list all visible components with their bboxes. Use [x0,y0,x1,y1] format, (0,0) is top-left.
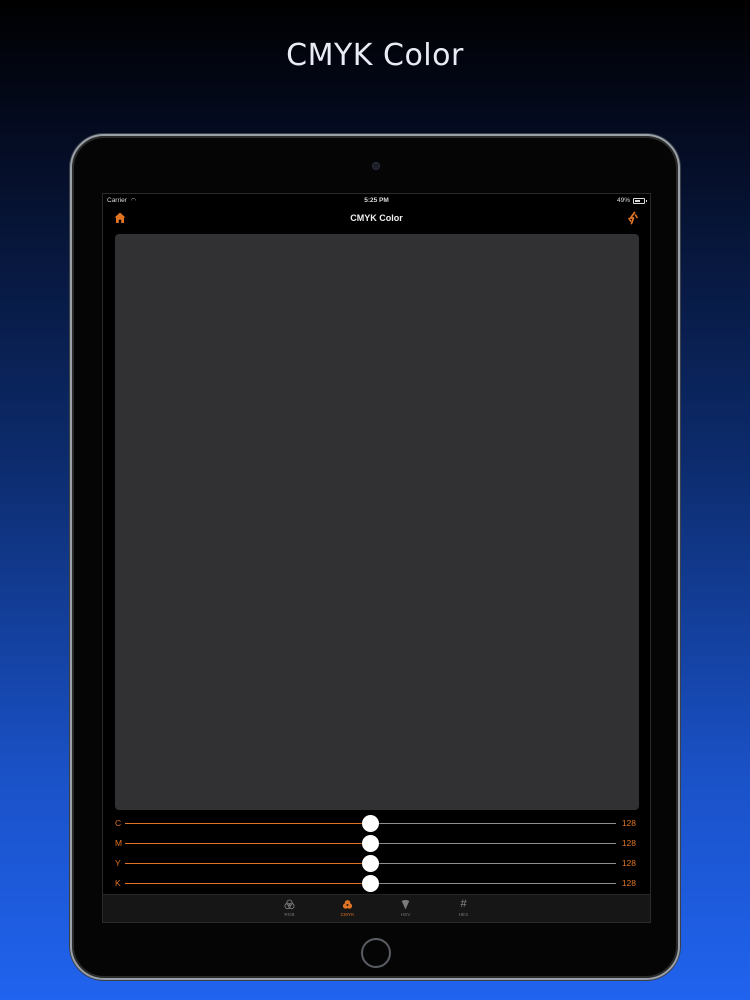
slider-thumb-y[interactable] [362,855,379,872]
slider-row-k: K 128 [103,874,650,894]
slider-value-c: 128 [621,818,636,828]
slider-track-c[interactable] [125,815,616,832]
cmyk-sliders: C 128 M 128 Y 128 K 128 [103,814,650,894]
refresh-icon[interactable] [626,211,640,225]
slider-value-y: 128 [621,858,636,868]
status-time: 5:25 PM [364,197,389,204]
slider-thumb-k[interactable] [362,875,379,892]
app-screen: Carrier ◠ 5:25 PM 49% CMYK Color C 128 M… [102,193,651,923]
slider-fill-y [125,863,371,864]
promo-title: CMYK Color [286,38,464,73]
tab-label-rgb: RGB [284,912,295,917]
slider-fill-m [125,843,371,844]
tab-rgb[interactable]: RGB [275,895,305,922]
slider-fill-k [125,883,371,884]
slider-label-k: K [115,878,121,888]
rgb-circles-icon [284,899,295,910]
slider-row-m: M 128 [103,834,650,854]
slider-track-k[interactable] [125,875,616,892]
tab-label-hex: HEX [458,912,469,917]
hsv-cone-icon [401,900,410,910]
slider-label-c: C [115,818,122,828]
slider-thumb-c[interactable] [362,815,379,832]
navigation-bar: CMYK Color [103,208,650,232]
tab-bar: RGB CMYK HSV # HEX [103,894,650,922]
slider-row-c: C 128 [103,814,650,834]
battery-icon [633,198,647,204]
tab-hex[interactable]: # HEX [449,895,479,922]
tab-label-cmyk: CMYK [340,912,355,917]
battery-percent: 49% [616,197,630,204]
slider-track-y[interactable] [125,855,616,872]
ipad-device-frame: Carrier ◠ 5:25 PM 49% CMYK Color C 128 M… [70,134,680,980]
slider-label-y: Y [115,858,121,868]
tab-cmyk[interactable]: CMYK [333,895,363,922]
slider-fill-c [125,823,371,824]
tab-hsv[interactable]: HSV [391,895,421,922]
slider-label-m: M [115,838,123,848]
slider-thumb-m[interactable] [362,835,379,852]
hash-icon: # [460,898,467,910]
slider-value-m: 128 [621,838,636,848]
cmyk-circles-icon [342,900,353,909]
tab-label-hsv: HSV [400,912,411,917]
status-bar: Carrier ◠ 5:25 PM 49% [103,194,650,208]
nav-title: CMYK Color [350,213,403,223]
device-home-button[interactable] [361,938,391,968]
slider-track-m[interactable] [125,835,616,852]
status-battery-group: 49% [616,194,647,208]
color-preview-swatch [115,234,639,810]
slider-value-k: 128 [621,878,636,888]
front-camera [372,162,380,170]
slider-row-y: Y 128 [103,854,650,874]
